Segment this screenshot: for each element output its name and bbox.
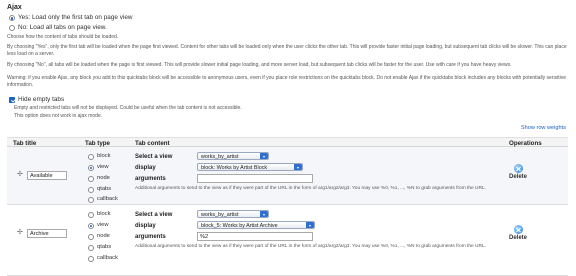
ajax-section-title: Ajax [7,4,22,11]
table-row: ✢ Archive block view node qtabs callback… [7,205,568,276]
display-select[interactable]: block_5: Works by Artist Archive ▾ [197,221,315,229]
ajax-option-no[interactable]: No: Load all tabs on page view. [9,24,107,32]
type-option-view[interactable]: view [88,164,109,172]
delete-icon[interactable] [513,225,523,234]
delete-icon[interactable] [513,164,523,173]
select-view-label: Select a view [135,212,173,218]
type-option-callback[interactable]: callback [88,196,118,204]
type-option-callback[interactable]: callback [88,255,118,263]
chevron-down-icon: ▾ [294,164,302,170]
arguments-label: arguments [135,176,166,182]
chevron-down-icon: ▾ [260,211,268,217]
view-select[interactable]: works_by_artist ▾ [197,152,269,160]
arguments-label: arguments [135,234,166,240]
type-option-qtabs[interactable]: qtabs [88,186,111,194]
arguments-input[interactable]: %2 [197,232,313,241]
show-row-weights-link[interactable]: Show row weights [521,125,566,132]
view-select-value: works_by_artist [201,212,239,218]
hide-empty-ajax-note: This option does not work in ajax mode. [14,113,103,119]
radio-icon[interactable] [88,186,94,193]
display-select-value: block_5: Works by Artist Archive [201,223,278,229]
arguments-input[interactable] [197,174,313,183]
ajax-option-no-label: No: Load all tabs on page view. [18,24,107,31]
view-select-value: works_by_artist [201,154,239,160]
ajax-yes-description: By choosing "Yes", only the first tab wi… [7,44,567,57]
select-view-label: Select a view [135,154,173,160]
display-label: display [135,165,156,171]
radio-no-icon[interactable] [9,25,15,32]
display-select-value: block: Works by Artist Block [201,165,268,171]
table-header: Tab title Tab type Tab content Operation… [7,137,568,147]
hide-empty-tabs-label: Hide empty tabs [18,96,65,103]
radio-icon[interactable] [88,153,94,160]
radio-icon[interactable] [88,244,94,251]
drag-handle-icon[interactable]: ✢ [17,170,23,179]
type-label: qtabs [97,244,112,250]
radio-icon[interactable] [88,196,94,203]
radio-icon[interactable] [88,175,94,182]
hide-empty-description: Empty and restricted tabs will not be di… [14,105,242,111]
tab-title-input[interactable]: Archive [27,229,67,238]
delete-label: Delete [509,235,528,241]
type-label: block [97,153,111,159]
type-label: block [97,211,111,217]
radio-icon[interactable] [88,211,94,218]
delete-label: Delete [509,174,528,180]
type-option-qtabs[interactable]: qtabs [88,244,111,252]
hide-empty-checkbox-icon[interactable] [9,97,15,104]
table-row: ✢ Available block view node qtabs callba… [7,147,568,205]
delete-button[interactable]: Delete [509,225,527,243]
type-label: callback [97,255,118,261]
ajax-warning: Warning: if you enable Ajax, any block y… [7,75,567,88]
type-option-node[interactable]: node [88,175,110,183]
radio-icon[interactable] [88,255,94,262]
tabs-table: Tab title Tab type Tab content Operation… [7,137,568,276]
type-option-block[interactable]: block [88,211,111,219]
type-option-block[interactable]: block [88,153,111,161]
arguments-help: Additional arguments to send to the view… [135,186,486,191]
type-option-view[interactable]: view [88,222,109,230]
radio-icon[interactable] [88,222,94,229]
type-label: node [97,175,110,181]
drag-handle-icon[interactable]: ✢ [17,228,23,237]
type-label: qtabs [97,186,112,192]
type-option-node[interactable]: node [88,233,110,241]
type-label: node [97,233,110,239]
tab-title-input[interactable]: Available [27,171,67,180]
radio-icon[interactable] [88,233,94,240]
view-select[interactable]: works_by_artist ▾ [197,210,269,218]
chevron-down-icon: ▾ [306,222,314,228]
type-label: view [97,164,109,170]
ajax-option-yes-label: Yes: Load only the first tab on page vie… [18,14,133,21]
type-label: callback [97,196,118,202]
radio-yes-icon[interactable] [9,15,15,22]
radio-icon[interactable] [88,164,94,171]
ajax-choose-text: Choose how the content of tabs should be… [7,34,119,40]
type-label: view [97,222,109,228]
ajax-option-yes[interactable]: Yes: Load only the first tab on page vie… [9,14,133,22]
ajax-no-description: By choosing "No", all tabs will be loade… [7,62,512,68]
hide-empty-tabs-option[interactable]: Hide empty tabs [9,96,64,104]
display-select[interactable]: block: Works by Artist Block ▾ [197,163,303,171]
arguments-help: Additional arguments to send to the view… [135,244,486,249]
display-label: display [135,223,156,229]
delete-button[interactable]: Delete [509,164,527,182]
chevron-down-icon: ▾ [260,153,268,159]
